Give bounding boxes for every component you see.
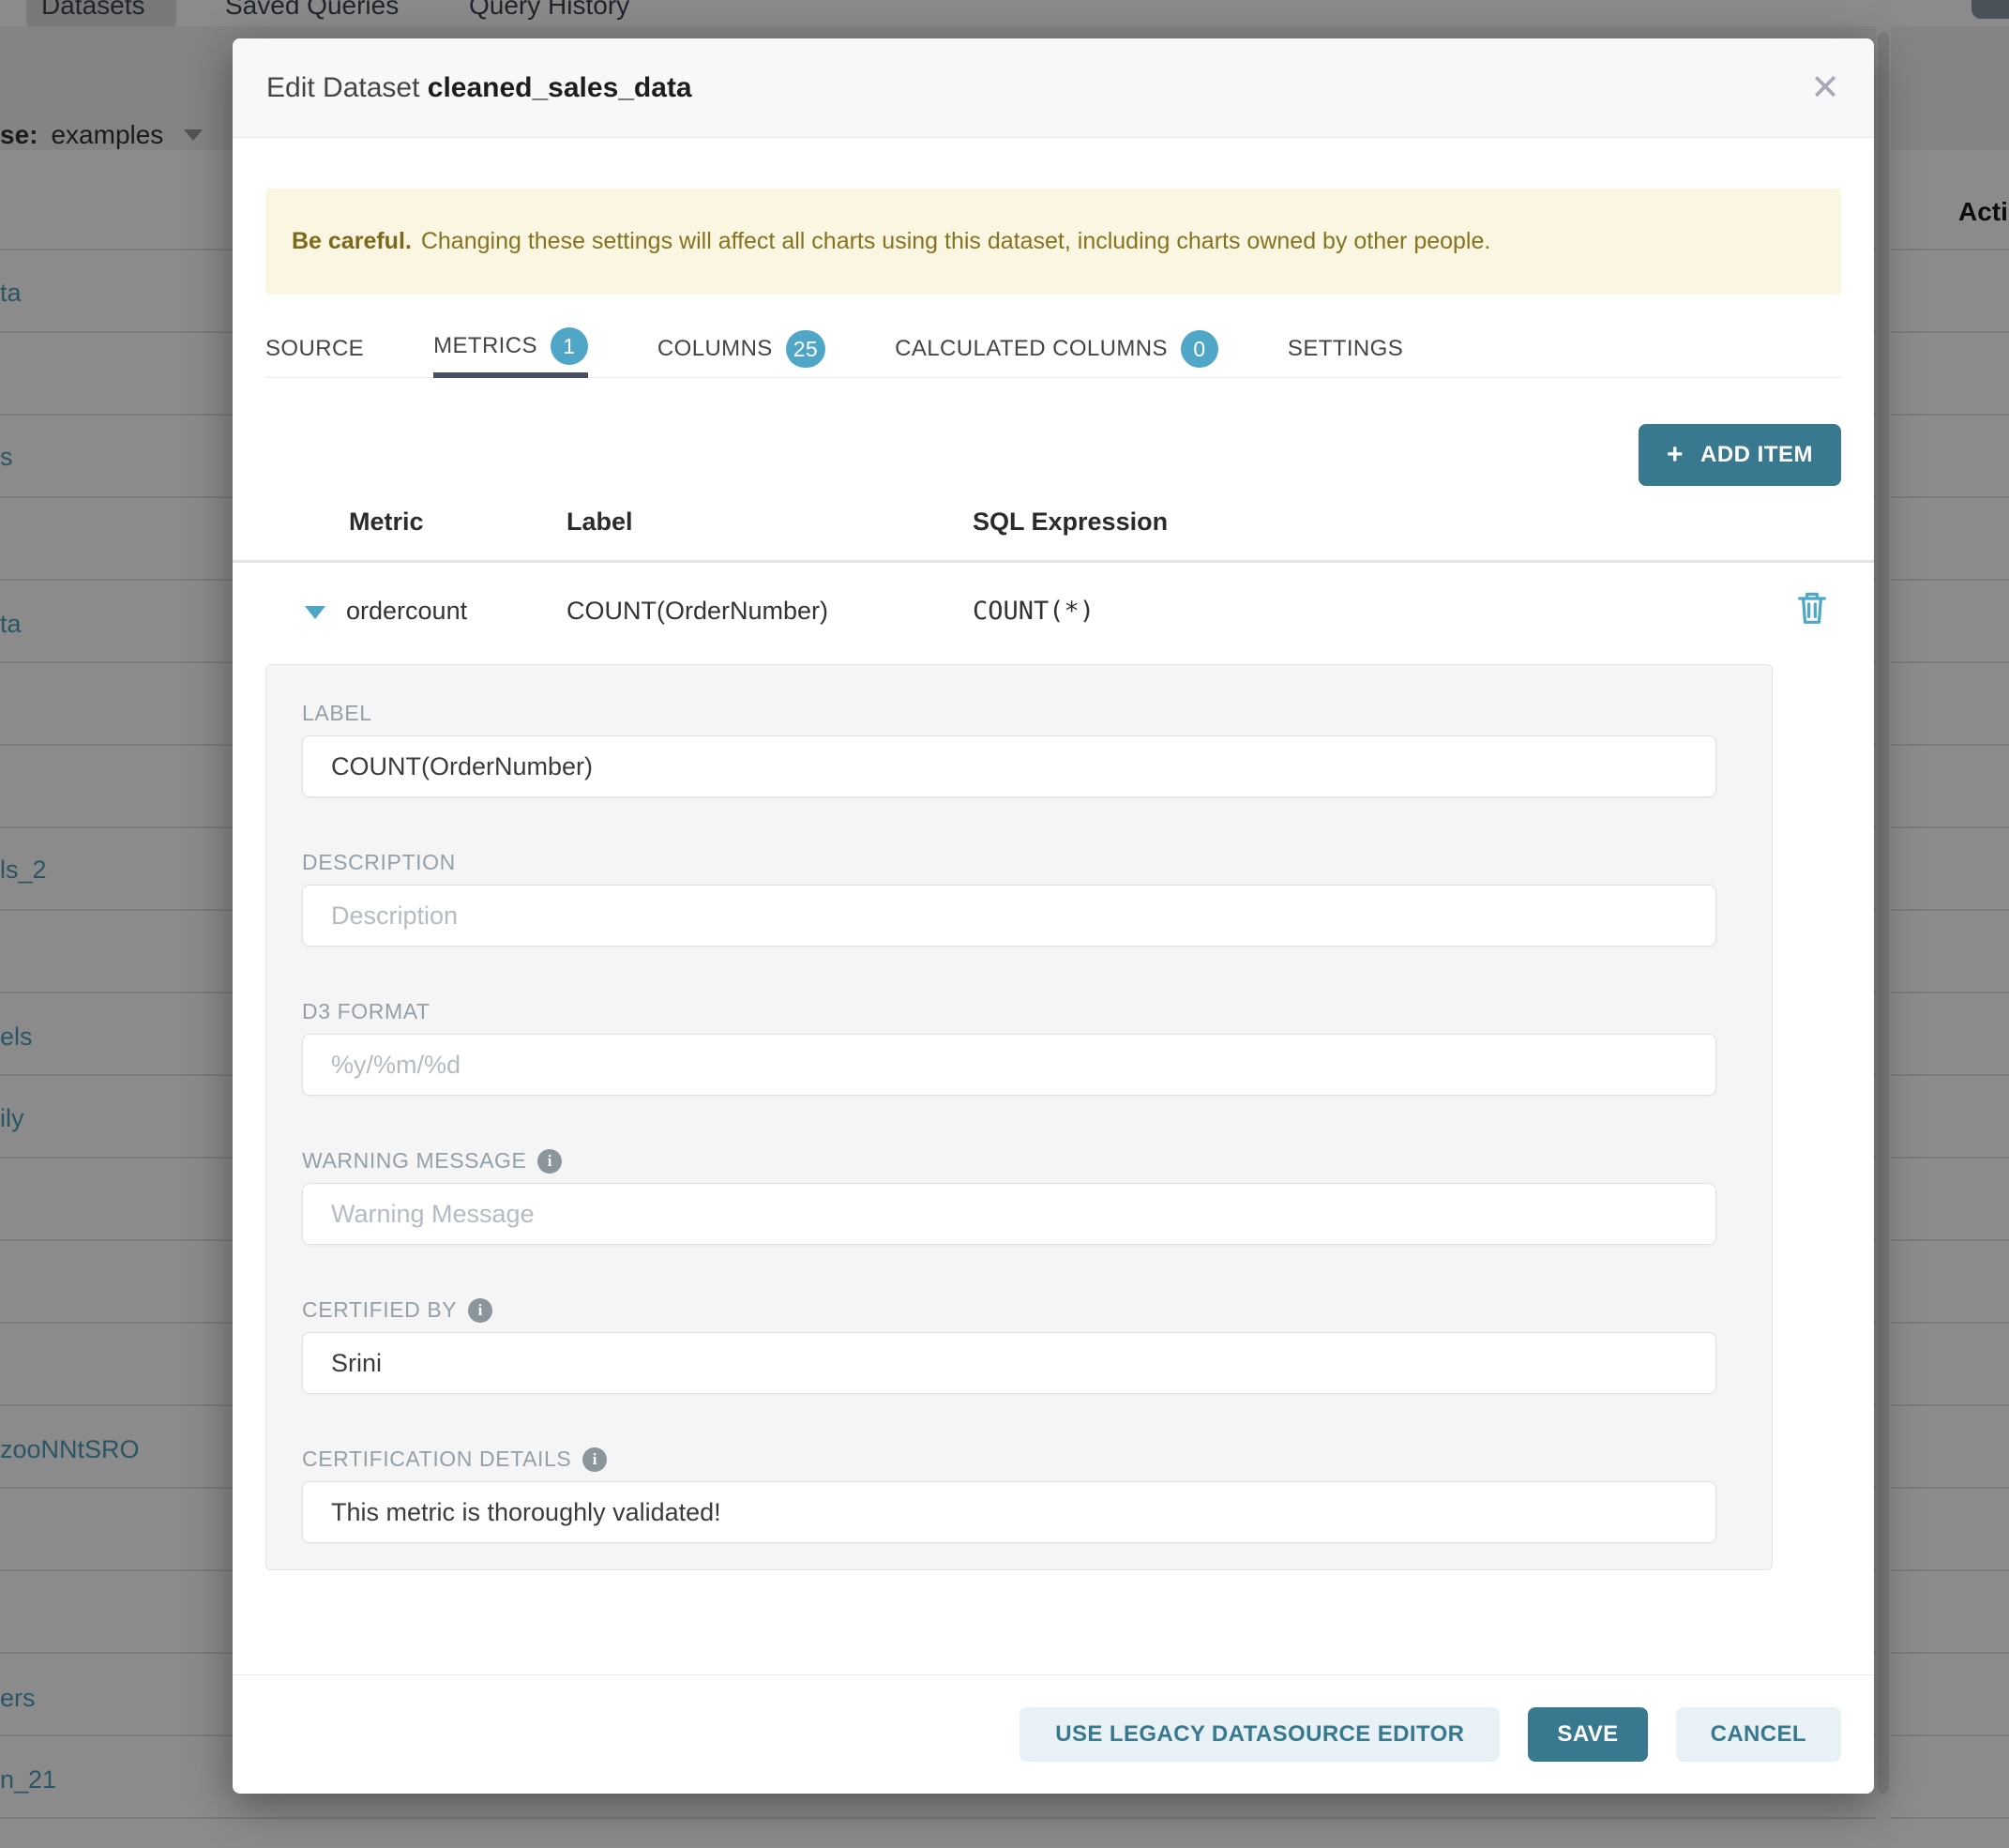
d3-format-field-label: D3 FORMAT	[302, 999, 430, 1024]
warning-message-field-label: WARNING MESSAGE	[302, 1148, 526, 1174]
tab-columns[interactable]: COLUMNS 25	[657, 320, 825, 378]
modal-header: Edit Dataset cleaned_sales_data ✕	[233, 38, 1874, 138]
warning-message-input[interactable]	[302, 1183, 1716, 1245]
info-icon: i	[582, 1447, 607, 1472]
column-header-label: Label	[566, 507, 633, 537]
certified-by-field: CERTIFIED BY i	[302, 1297, 1716, 1394]
cancel-button[interactable]: CANCEL	[1676, 1707, 1841, 1762]
tab-label: SETTINGS	[1288, 336, 1403, 362]
screen: Datasets Saved Queries Query History se:…	[0, 0, 2009, 1848]
close-icon[interactable]: ✕	[1810, 70, 1840, 106]
certified-by-input[interactable]	[302, 1332, 1716, 1394]
description-field: DESCRIPTION	[302, 850, 1716, 947]
save-button[interactable]: SAVE	[1528, 1707, 1647, 1762]
caret-down-icon[interactable]	[305, 606, 325, 619]
label-input[interactable]	[302, 735, 1716, 797]
certification-details-field-label: CERTIFICATION DETAILS	[302, 1447, 571, 1472]
certification-details-input[interactable]	[302, 1481, 1716, 1543]
tab-label: COLUMNS	[657, 336, 773, 362]
metric-sql-expression: COUNT(*)	[973, 597, 1095, 626]
add-item-button[interactable]: + ADD ITEM	[1639, 424, 1841, 486]
modal-tabs: SOURCE METRICS 1 COLUMNS 25 CALCULATED C…	[265, 320, 1841, 378]
metric-label: COUNT(OrderNumber)	[566, 597, 828, 626]
tab-label: METRICS	[433, 333, 537, 359]
edit-dataset-modal: Edit Dataset cleaned_sales_data ✕ Be car…	[233, 38, 1874, 1794]
metrics-table-header: Metric Label SQL Expression	[233, 507, 1874, 560]
d3-format-input[interactable]	[302, 1034, 1716, 1096]
warning-banner-bold: Be careful.	[292, 228, 412, 254]
tab-label: CALCULATED COLUMNS	[895, 336, 1168, 362]
info-icon: i	[537, 1149, 562, 1174]
modal-title-prefix: Edit Dataset	[266, 72, 419, 103]
metrics-count-badge: 1	[551, 327, 588, 365]
description-field-label: DESCRIPTION	[302, 850, 456, 875]
warning-message-field: WARNING MESSAGE i	[302, 1148, 1716, 1245]
tab-calculated-columns[interactable]: CALCULATED COLUMNS 0	[895, 320, 1218, 378]
description-input[interactable]	[302, 885, 1716, 947]
metric-detail-panel: LABEL DESCRIPTION D3 FORMAT WARNING MESS…	[265, 664, 1773, 1570]
certified-by-field-label: CERTIFIED BY	[302, 1297, 457, 1323]
warning-banner: Be careful. Changing these settings will …	[265, 189, 1841, 295]
metric-row: ordercount COUNT(OrderNumber) COUNT(*)	[233, 563, 1874, 662]
scrollbar-thumb[interactable]	[1878, 32, 1889, 1794]
use-legacy-datasource-editor-button[interactable]: USE LEGACY DATASOURCE EDITOR	[1020, 1707, 1500, 1762]
modal-title: Edit Dataset cleaned_sales_data	[266, 72, 692, 104]
label-field: LABEL	[302, 701, 1716, 797]
modal-footer: USE LEGACY DATASOURCE EDITOR SAVE CANCEL	[233, 1674, 1874, 1794]
label-field-label: LABEL	[302, 701, 372, 726]
tab-label: SOURCE	[265, 336, 364, 362]
calculated-columns-count-badge: 0	[1181, 330, 1218, 368]
tab-settings[interactable]: SETTINGS	[1288, 320, 1403, 378]
add-item-label: ADD ITEM	[1700, 442, 1813, 468]
scrollbar-track[interactable]	[1876, 0, 1891, 1848]
trash-icon[interactable]	[1797, 591, 1827, 625]
d3-format-field: D3 FORMAT	[302, 999, 1716, 1096]
info-icon: i	[468, 1298, 492, 1323]
columns-count-badge: 25	[786, 330, 825, 368]
column-header-metric: Metric	[349, 507, 424, 537]
metric-name: ordercount	[346, 597, 467, 626]
column-header-sql-expression: SQL Expression	[973, 507, 1168, 537]
plus-icon: +	[1667, 441, 1684, 469]
tab-source[interactable]: SOURCE	[265, 320, 364, 378]
modal-title-dataset-name: cleaned_sales_data	[428, 72, 692, 103]
certification-details-field: CERTIFICATION DETAILS i	[302, 1447, 1716, 1543]
warning-banner-text: Changing these settings will affect all …	[421, 228, 1491, 254]
tab-metrics[interactable]: METRICS 1	[433, 320, 588, 378]
